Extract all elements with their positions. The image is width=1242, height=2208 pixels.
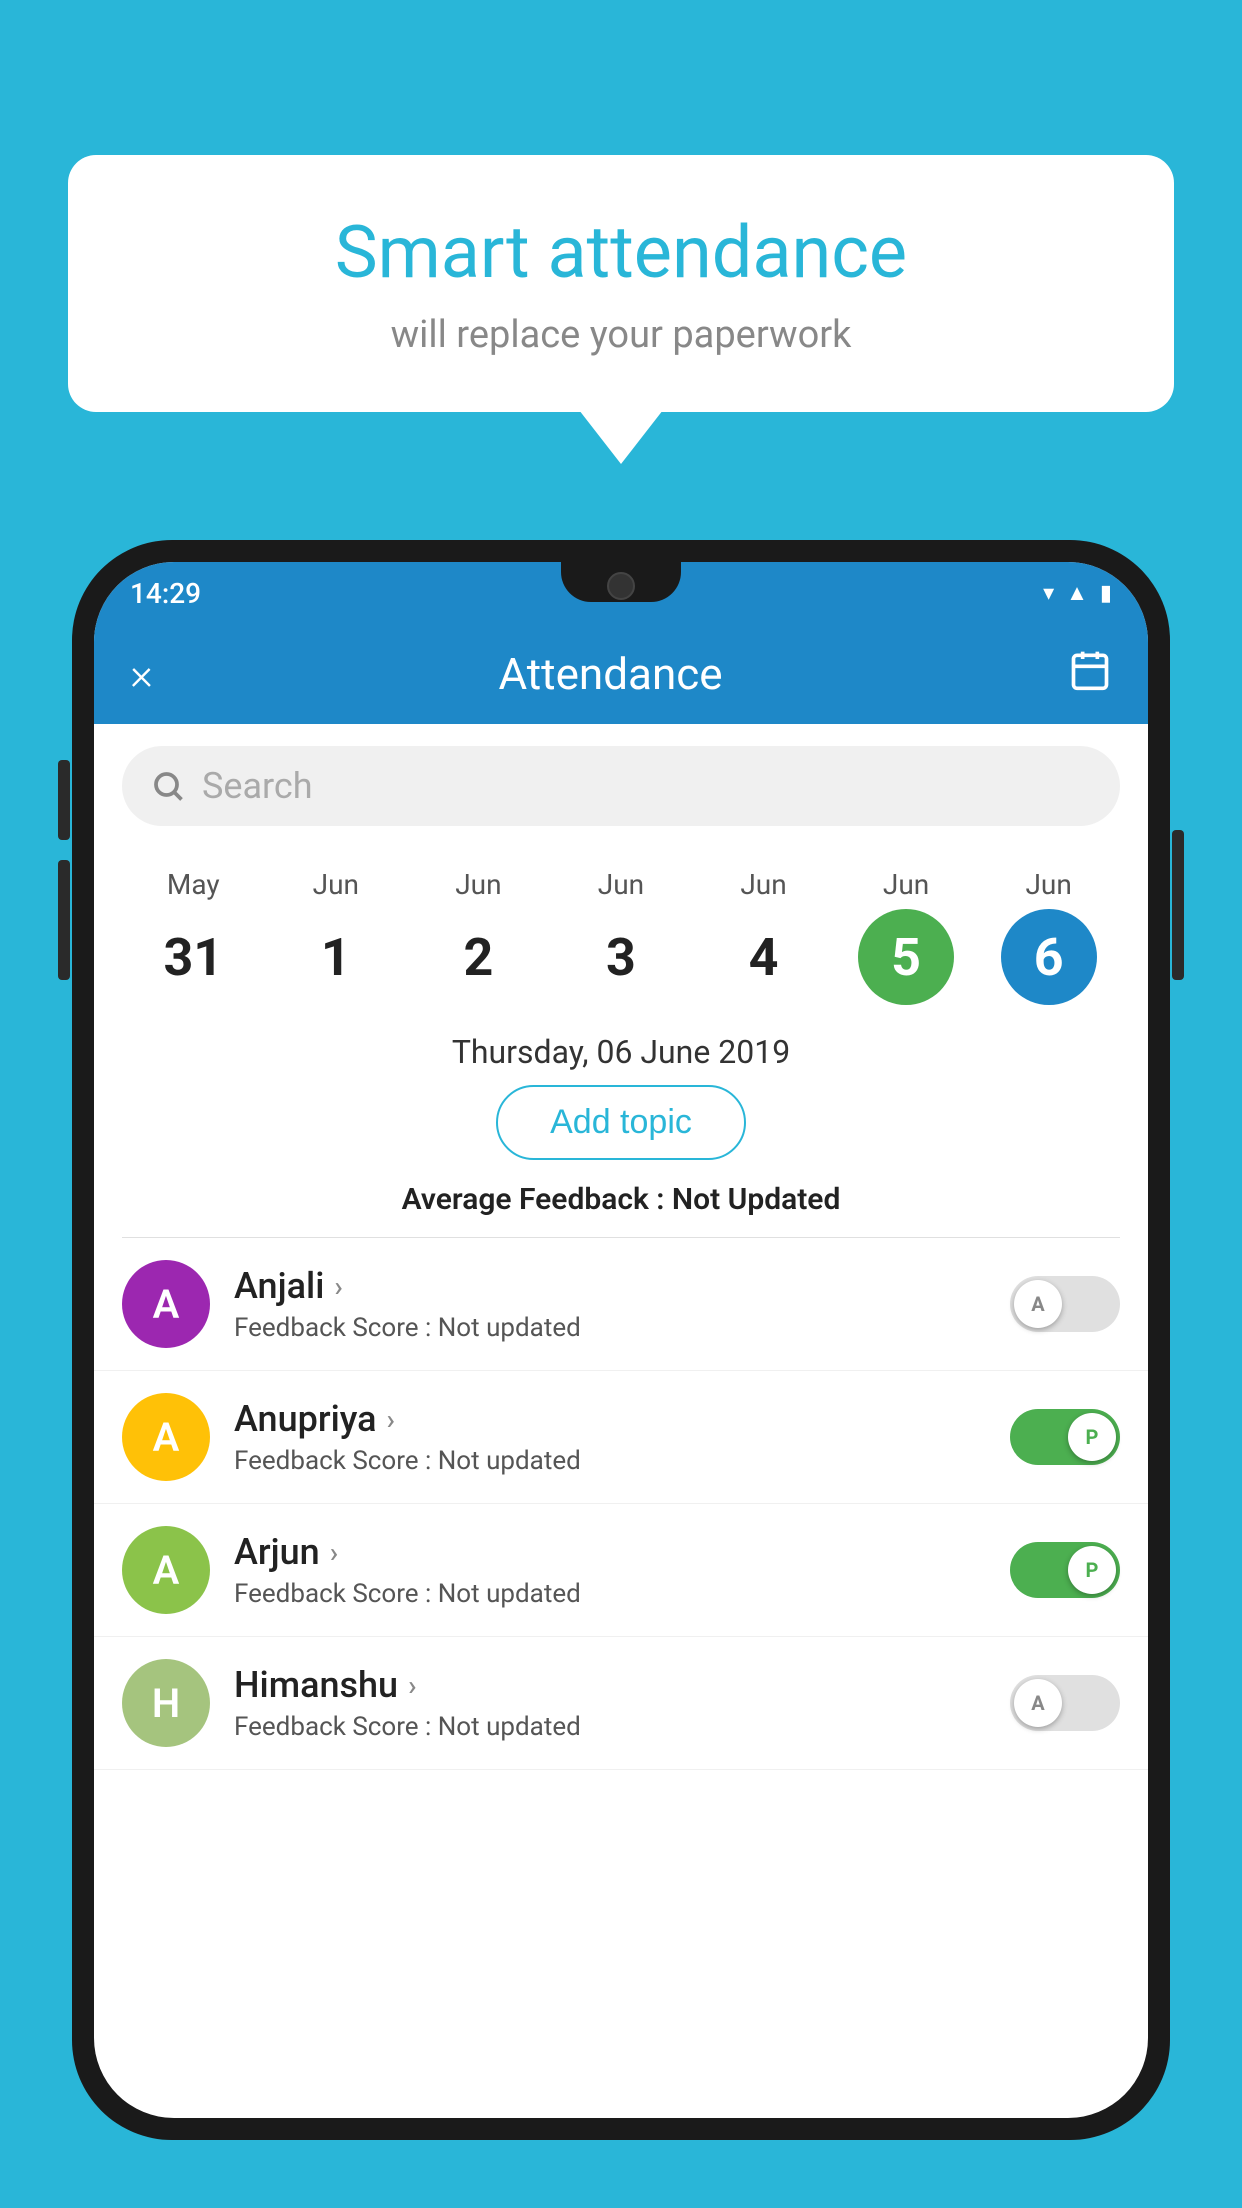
toggle-knob: A [1014,1280,1062,1328]
student-name-text: Himanshu [234,1664,398,1706]
add-topic-button[interactable]: Add topic [496,1085,746,1160]
date-month: Jun [740,868,786,901]
header-title: Attendance [498,648,722,700]
feedback-value: Not updated [438,1313,581,1343]
volume-up-button [58,760,70,840]
student-feedback: Feedback Score : Not updated [234,1313,986,1343]
wifi-icon: ▾ [1043,581,1054,606]
date-strip: May 31 Jun 1 Jun 2 Jun 3 Jun 4 Jun 5 Jun 6 [94,848,1148,1015]
attendance-toggle[interactable]: P [1010,1542,1120,1598]
date-day[interactable]: 4 [716,909,812,1005]
toggle-knob: P [1068,1546,1116,1594]
student-name-text: Anjali [234,1265,324,1307]
chevron-right-icon: › [330,1536,338,1569]
close-button[interactable]: × [130,648,153,700]
attendance-toggle[interactable]: A [1010,1276,1120,1332]
avatar: H [122,1659,210,1747]
date-month: Jun [1025,868,1071,901]
student-feedback: Feedback Score : Not updated [234,1446,986,1476]
phone-notch [561,562,681,602]
date-day[interactable]: 5 [858,909,954,1005]
chevron-right-icon: › [334,1270,342,1303]
date-item[interactable]: Jun 4 [704,868,824,1005]
power-button [1172,830,1184,980]
battery-icon: ▮ [1100,581,1112,606]
phone-frame: 14:29 ▾ ▲ ▮ × Attendance [72,540,1170,2208]
attendance-toggle[interactable]: P [1010,1409,1120,1465]
feedback-value: Not updated [438,1712,581,1742]
date-item[interactable]: Jun 6 [989,868,1109,1005]
student-info: Anjali › Feedback Score : Not updated [234,1265,986,1343]
date-item[interactable]: Jun 1 [276,868,396,1005]
speech-subtitle: will replace your paperwork [128,313,1114,357]
student-item: A Arjun › Feedback Score : Not updated P [94,1504,1148,1637]
feedback-value: Not updated [438,1446,581,1476]
avg-feedback-label: Average Feedback : [402,1182,672,1217]
toggle-knob: P [1068,1413,1116,1461]
date-item[interactable]: May 31 [133,868,253,1005]
speech-bubble-container: Smart attendance will replace your paper… [68,155,1174,412]
status-icons: ▾ ▲ ▮ [1043,580,1112,606]
student-name[interactable]: Anjali › [234,1265,986,1307]
date-month: May [167,868,220,901]
avatar: A [122,1526,210,1614]
avatar: A [122,1393,210,1481]
avg-feedback: Average Feedback : Not Updated [94,1182,1148,1217]
volume-down-button [58,860,70,980]
date-month: Jun [883,868,929,901]
speech-title: Smart attendance [128,210,1114,295]
calendar-icon[interactable] [1068,648,1112,701]
student-feedback: Feedback Score : Not updated [234,1712,986,1742]
date-day[interactable]: 1 [288,909,384,1005]
date-month: Jun [313,868,359,901]
feedback-label: Feedback Score : [234,1313,438,1343]
date-day[interactable]: 6 [1001,909,1097,1005]
student-name-text: Anupriya [234,1398,377,1440]
signal-icon: ▲ [1066,580,1088,606]
student-name-text: Arjun [234,1531,320,1573]
feedback-label: Feedback Score : [234,1712,438,1742]
student-info: Himanshu › Feedback Score : Not updated [234,1664,986,1742]
feedback-value: Not updated [438,1579,581,1609]
chevron-right-icon: › [387,1403,395,1436]
feedback-label: Feedback Score : [234,1579,438,1609]
student-feedback: Feedback Score : Not updated [234,1579,986,1609]
date-item[interactable]: Jun 2 [418,868,538,1005]
toggle-knob: A [1014,1679,1062,1727]
phone-screen: 14:29 ▾ ▲ ▮ × Attendance [94,562,1148,2118]
date-day[interactable]: 31 [145,909,241,1005]
camera-lens [607,572,635,600]
avatar: A [122,1260,210,1348]
student-name[interactable]: Arjun › [234,1531,986,1573]
search-placeholder: Search [202,765,313,807]
student-item: A Anjali › Feedback Score : Not updated A [94,1238,1148,1371]
student-item: H Himanshu › Feedback Score : Not updated A [94,1637,1148,1770]
student-info: Arjun › Feedback Score : Not updated [234,1531,986,1609]
selected-date-label: Thursday, 06 June 2019 [94,1033,1148,1071]
date-day[interactable]: 2 [430,909,526,1005]
student-name[interactable]: Himanshu › [234,1664,986,1706]
chevron-right-icon: › [408,1669,416,1702]
date-item[interactable]: Jun 5 [846,868,966,1005]
search-icon [150,768,186,804]
attendance-toggle[interactable]: A [1010,1675,1120,1731]
date-item[interactable]: Jun 3 [561,868,681,1005]
date-month: Jun [455,868,501,901]
avg-feedback-value: Not Updated [672,1182,840,1217]
student-info: Anupriya › Feedback Score : Not updated [234,1398,986,1476]
student-item: A Anupriya › Feedback Score : Not updated P [94,1371,1148,1504]
phone-outer: 14:29 ▾ ▲ ▮ × Attendance [72,540,1170,2140]
speech-bubble: Smart attendance will replace your paper… [68,155,1174,412]
app-header: × Attendance [94,624,1148,724]
date-month: Jun [598,868,644,901]
status-time: 14:29 [130,577,201,610]
feedback-label: Feedback Score : [234,1446,438,1476]
student-list: AAnjali ›Feedback Score : Not updatedAAA… [94,1238,1148,1770]
student-name[interactable]: Anupriya › [234,1398,986,1440]
search-bar[interactable]: Search [122,746,1120,826]
date-day[interactable]: 3 [573,909,669,1005]
